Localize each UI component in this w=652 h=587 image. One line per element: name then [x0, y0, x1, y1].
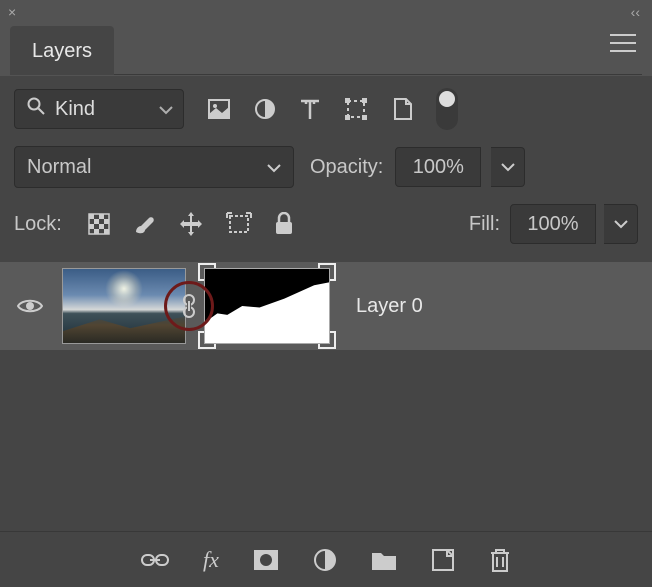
new-group-icon[interactable]: [371, 549, 397, 571]
filter-smartobject-icon[interactable]: [392, 97, 414, 121]
layers-list: Layer 0: [0, 252, 652, 360]
filter-type-text-icon[interactable]: [300, 98, 320, 120]
filter-toggle[interactable]: [436, 88, 458, 130]
opacity-label: Opacity:: [310, 156, 383, 179]
filter-type-icons: [208, 97, 414, 121]
filter-adjustment-icon[interactable]: [254, 98, 276, 120]
new-layer-icon[interactable]: [431, 548, 455, 572]
lock-brush-icon[interactable]: [132, 212, 156, 236]
layers-panel: × ‹‹ Layers Kind: [0, 0, 652, 587]
chevron-down-icon: [267, 156, 281, 179]
collapse-icon[interactable]: ‹‹: [631, 4, 640, 20]
layer-mask-thumbnail[interactable]: [198, 263, 336, 349]
panel-menu-icon[interactable]: [610, 34, 636, 52]
layer-name[interactable]: Layer 0: [356, 295, 423, 318]
opacity-value-input[interactable]: 100%: [395, 147, 481, 187]
blend-mode-value: Normal: [27, 156, 267, 179]
fill-dropdown-button[interactable]: [604, 204, 638, 244]
link-layers-icon[interactable]: [141, 552, 169, 568]
tab-layers[interactable]: Layers: [10, 26, 114, 75]
new-adjustment-icon[interactable]: [313, 548, 337, 572]
close-icon[interactable]: ×: [8, 4, 16, 20]
panel-body: Kind: [0, 76, 652, 587]
add-mask-icon[interactable]: [253, 549, 279, 571]
layer-filter-row: Kind: [0, 76, 652, 138]
lock-transparency-icon[interactable]: [88, 213, 110, 235]
visibility-toggle-icon[interactable]: [10, 297, 50, 315]
lock-label: Lock:: [14, 213, 68, 236]
panel-topbar: × ‹‹: [0, 0, 652, 24]
lock-move-icon[interactable]: [178, 211, 204, 237]
filter-kind-label: Kind: [55, 98, 159, 121]
tab-strip: [114, 24, 642, 75]
layer-row[interactable]: Layer 0: [0, 262, 652, 350]
search-icon: [27, 97, 45, 121]
layer-fx-icon[interactable]: fx: [203, 547, 219, 573]
mask-link-icon[interactable]: [164, 281, 214, 331]
fill-value-input[interactable]: 100%: [510, 204, 596, 244]
blend-mode-dropdown[interactable]: Normal: [14, 146, 294, 188]
lock-row: Lock:: [0, 196, 652, 252]
lock-all-icon[interactable]: [274, 212, 294, 236]
chevron-down-icon: [159, 98, 173, 121]
delete-layer-icon[interactable]: [489, 547, 511, 573]
opacity-dropdown-button[interactable]: [491, 147, 525, 187]
lock-artboard-icon[interactable]: [226, 212, 252, 236]
filter-shape-icon[interactable]: [344, 97, 368, 121]
lock-icons: [88, 211, 294, 237]
blend-row: Normal Opacity: 100%: [0, 138, 652, 196]
fill-label: Fill:: [469, 213, 500, 236]
filter-kind-dropdown[interactable]: Kind: [14, 89, 184, 129]
layers-bottom-toolbar: fx: [0, 531, 652, 587]
filter-pixel-icon[interactable]: [208, 99, 230, 119]
panel-tabs: Layers: [0, 24, 652, 76]
